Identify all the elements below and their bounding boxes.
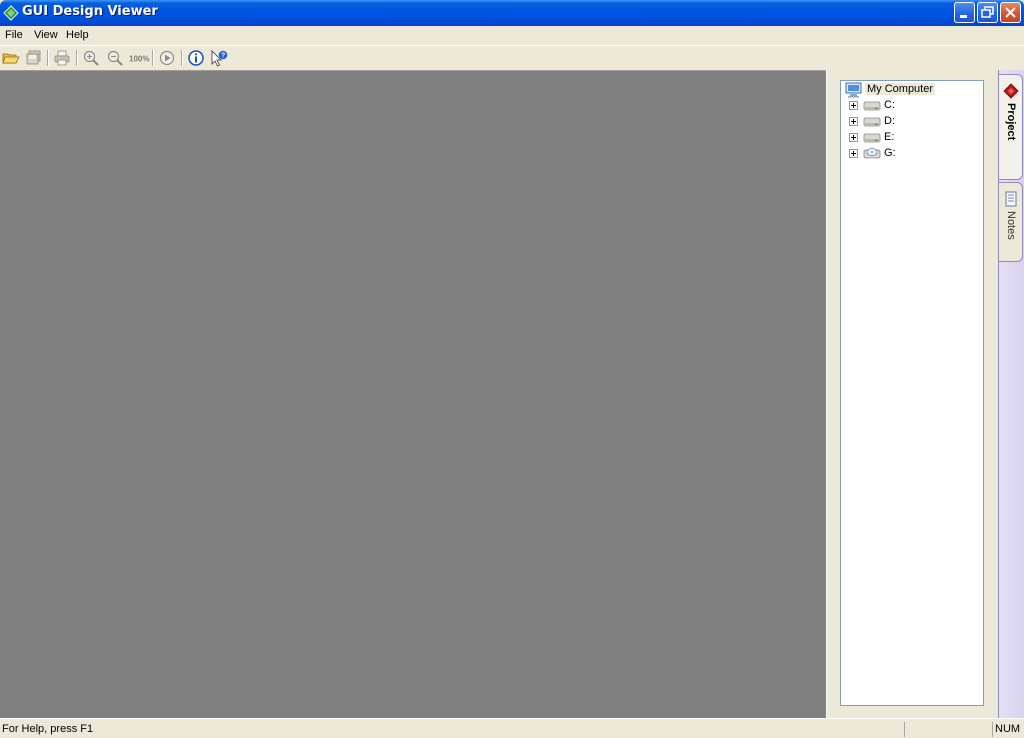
about-button[interactable] [187,49,205,67]
status-message: For Help, press F1 [2,723,94,735]
drive-label: C: [884,99,895,111]
red-diamond-icon [1003,83,1019,99]
menu-file[interactable]: File [5,28,23,42]
tree-node-drive[interactable]: D: [849,114,969,130]
notes-icon [1005,191,1017,207]
print-button[interactable] [53,49,71,67]
open-folder-icon [2,53,20,64]
hard-drive-icon [863,133,881,143]
status-bar: For Help, press F1 NUM [0,718,1024,738]
design-canvas[interactable] [0,70,826,718]
drive-label: G: [884,147,896,159]
tab-notes[interactable]: Notes [999,182,1023,262]
expand-plus-icon[interactable] [849,149,858,158]
play-icon [159,50,175,66]
computer-icon [845,82,862,98]
toolbar-separator [47,50,49,66]
drive-label: D: [884,115,895,127]
cd-drive-icon [863,148,881,159]
open-button[interactable] [2,49,20,67]
close-icon [1005,7,1016,18]
zoom-in-button[interactable] [82,49,100,67]
print-icon [54,50,70,66]
restore-button[interactable] [977,2,998,23]
restore-icon [981,6,994,18]
menu-view[interactable]: View [34,28,58,42]
status-pane-caps [904,722,992,737]
close-button[interactable] [1000,2,1021,23]
side-tab-strip: Project Notes [998,70,1024,718]
zoom-100-button[interactable]: 100% [128,49,150,67]
num-lock-indicator: NUM [995,723,1021,735]
tab-notes-label: Notes [1005,211,1017,240]
minimize-button[interactable] [954,2,975,23]
toolbar-separator [76,50,78,66]
save-button[interactable] [25,49,43,67]
svg-text:?: ? [221,53,225,60]
tree-node-drive[interactable]: C: [849,98,969,114]
expand-plus-icon[interactable] [849,133,858,142]
project-panel: My Computer C: D: E: G: [830,70,998,718]
play-button[interactable] [158,49,176,67]
hard-drive-icon [863,101,881,111]
save-icon [26,50,41,65]
tree-node-drive[interactable]: E: [849,130,969,146]
window-title: GUI Design Viewer [22,4,158,19]
tree-root-label: My Computer [865,83,936,95]
context-help-icon: ? [211,50,228,67]
expand-plus-icon[interactable] [849,117,858,126]
tree-node-drive[interactable]: G: [849,146,969,162]
zoom-in-icon [83,50,99,66]
zoom-out-icon [107,50,123,66]
toolbar: 100% ? [0,45,1024,70]
menu-bar: File View Help [0,26,1024,45]
tab-project-label: Project [1005,103,1017,141]
minimize-icon [960,15,967,18]
hard-drive-icon [863,117,881,127]
green-diamond-icon [3,5,19,21]
file-tree[interactable]: My Computer C: D: E: G: [840,80,984,706]
title-bar[interactable]: GUI Design Viewer [0,0,1024,26]
toolbar-separator [181,50,183,66]
tab-project[interactable]: Project [999,74,1023,180]
zoom-100-label: 100% [129,55,149,64]
context-help-button[interactable]: ? [210,49,228,67]
menu-help[interactable]: Help [66,28,89,42]
info-icon [188,50,204,66]
toolbar-separator [152,50,154,66]
drive-label: E: [884,131,895,143]
expand-plus-icon[interactable] [849,101,858,110]
zoom-out-button[interactable] [106,49,124,67]
zoom-100-icon: 100% [129,55,149,64]
